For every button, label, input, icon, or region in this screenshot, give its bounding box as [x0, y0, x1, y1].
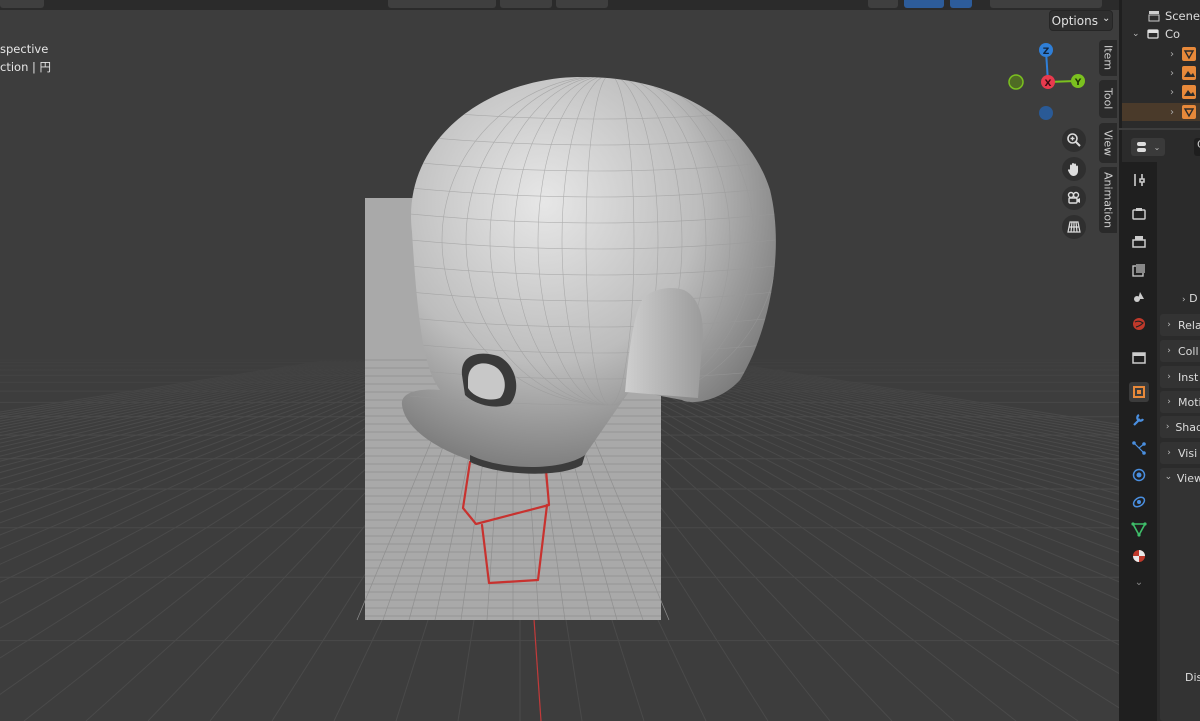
constraints-icon[interactable]: [1129, 492, 1149, 512]
grid-ortho-icon[interactable]: [1062, 215, 1086, 239]
options-dropdown[interactable]: Options ⌄: [1049, 10, 1113, 31]
chevron-right-icon[interactable]: ›: [1170, 68, 1174, 79]
collection-icon[interactable]: [1129, 348, 1149, 368]
view-label-collection: ction | 円: [0, 60, 52, 74]
panel-d[interactable]: › D: [1182, 292, 1198, 305]
chevron-right-icon: ›: [1167, 346, 1171, 356]
panel-instancing[interactable]: › Inst: [1160, 366, 1200, 388]
outliner-panel[interactable]: Scene ⌄ Co › › › ›: [1119, 0, 1200, 128]
panel-visibility[interactable]: › Visi: [1160, 442, 1200, 464]
zoom-icon[interactable]: [1062, 128, 1086, 152]
neg-y-axis-handle[interactable]: [1008, 74, 1024, 90]
chevron-down-icon[interactable]: ⌄: [1132, 29, 1142, 39]
header-widget[interactable]: [556, 0, 608, 8]
x-axis-label: X: [1045, 79, 1052, 89]
chevron-down-icon: ⌄: [1153, 142, 1161, 152]
chevron-right-icon[interactable]: ›: [1170, 107, 1174, 118]
particles-icon[interactable]: [1129, 438, 1149, 458]
editor-type-dropdown[interactable]: ⌄: [1131, 138, 1165, 156]
header-widget[interactable]: [904, 0, 944, 8]
scene-canvas[interactable]: [0, 0, 1119, 721]
material-icon[interactable]: [1129, 546, 1149, 566]
panel-motion-paths[interactable]: › Moti: [1160, 391, 1200, 413]
navigation-gizmo[interactable]: Z Y X: [1000, 38, 1096, 124]
physics-icon[interactable]: [1129, 465, 1149, 485]
header-widget[interactable]: [500, 0, 552, 8]
chevron-right-icon: ›: [1167, 448, 1171, 458]
image-empty-icon: [1182, 85, 1196, 99]
chevron-right-icon[interactable]: ›: [1170, 87, 1174, 98]
properties-editor-icon: [1136, 142, 1146, 152]
chevron-right-icon[interactable]: ›: [1170, 49, 1174, 60]
render-icon[interactable]: [1129, 204, 1149, 224]
panel-shading[interactable]: › Shad: [1160, 416, 1200, 438]
world-icon[interactable]: [1129, 314, 1149, 334]
outliner-row-scene[interactable]: Scene: [1122, 7, 1200, 25]
3d-viewport[interactable]: spective ction | 円 Options ⌄ Item Tool V…: [0, 0, 1119, 721]
chevron-right-icon: ›: [1167, 320, 1171, 330]
view-layer-icon[interactable]: [1129, 260, 1149, 280]
image-empty-icon: [1182, 66, 1196, 80]
panel-relations[interactable]: › Rela: [1160, 314, 1200, 336]
header-widget[interactable]: [388, 0, 496, 8]
mesh-triangle-icon: [1182, 105, 1196, 119]
properties-tab-column: ⌄: [1122, 162, 1157, 721]
search-field[interactable]: C: [1194, 138, 1200, 156]
modifier-icon[interactable]: [1129, 410, 1149, 430]
mesh-triangle-icon: [1182, 47, 1196, 61]
chevron-right-icon: ›: [1167, 372, 1171, 382]
outliner-row-collection[interactable]: ⌄ Co: [1122, 25, 1200, 43]
outliner-row-object-selected[interactable]: ›: [1122, 103, 1200, 121]
camera-icon[interactable]: [1062, 186, 1086, 210]
tab-view[interactable]: View: [1099, 123, 1117, 163]
neg-z-axis-handle[interactable]: [1039, 106, 1053, 120]
chevron-down-icon: ⌄: [1101, 13, 1111, 24]
outliner-row-object[interactable]: ›: [1122, 83, 1200, 101]
data-icon[interactable]: [1129, 519, 1149, 539]
chevron-right-icon: ›: [1182, 295, 1186, 305]
tab-tool[interactable]: Tool: [1099, 80, 1117, 118]
output-icon[interactable]: [1129, 232, 1149, 252]
scene-icon: [1148, 10, 1161, 22]
tab-animation[interactable]: Animation: [1099, 167, 1117, 233]
collection-icon: [1147, 28, 1161, 40]
chevron-down-icon: ⌄: [1164, 472, 1173, 482]
outliner-row-object[interactable]: ›: [1122, 64, 1200, 82]
tool-icon[interactable]: [1129, 170, 1149, 190]
y-axis-label: Y: [1074, 78, 1082, 88]
options-label: Options: [1051, 13, 1098, 28]
scene-icon[interactable]: [1129, 287, 1149, 307]
viewport-header: [0, 0, 1119, 10]
panel-collections[interactable]: › Coll: [1160, 340, 1200, 362]
header-widget[interactable]: [868, 0, 898, 8]
view-label-perspective: spective: [0, 42, 49, 56]
hand-pan-icon[interactable]: [1062, 157, 1086, 181]
outliner-row-object[interactable]: ›: [1122, 45, 1200, 63]
shading-buttons[interactable]: [990, 0, 1102, 8]
tab-item[interactable]: Item: [1099, 40, 1117, 76]
chevron-right-icon: ›: [1165, 422, 1170, 432]
header-widget[interactable]: [0, 0, 44, 8]
z-axis-label: Z: [1043, 47, 1050, 57]
header-widget[interactable]: [950, 0, 972, 8]
more-icon[interactable]: ⌄: [1129, 572, 1149, 592]
object-icon[interactable]: [1129, 382, 1149, 402]
property-label-display: Disp: [1185, 671, 1200, 684]
properties-panel[interactable]: ⌄ C ⌄ S › D ›Rela ›Coll ›Inst ›Moti ›Sha…: [1119, 130, 1200, 721]
chevron-right-icon: ›: [1167, 397, 1171, 407]
